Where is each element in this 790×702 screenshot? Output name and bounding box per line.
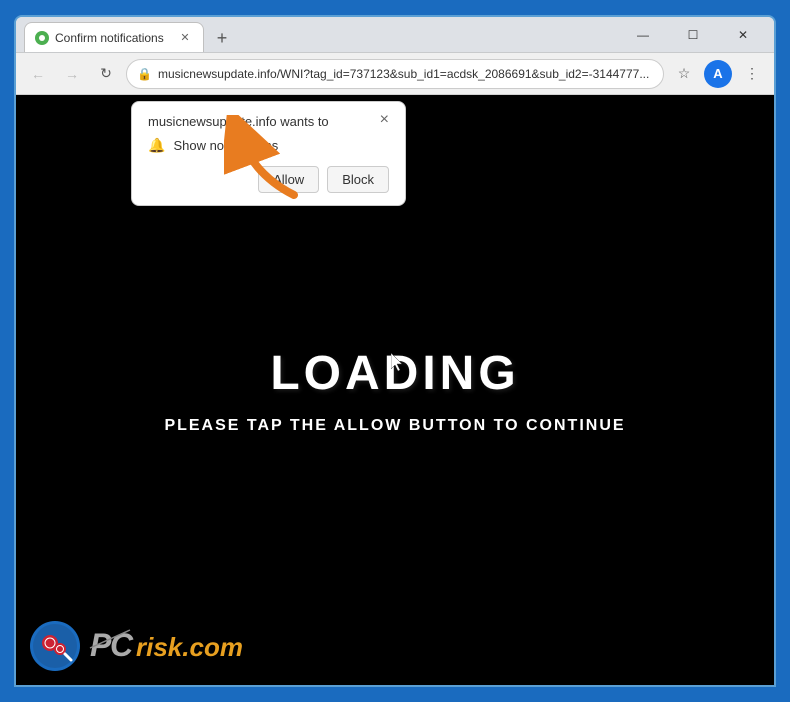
popup-header: musicnewsupdate.info wants to ×	[148, 114, 389, 129]
svg-text:P: P	[90, 627, 112, 663]
popup-notification-text: Show notifications	[173, 138, 278, 153]
loading-subtitle: PLEASE TAP THE ALLOW BUTTON TO CONTINUE	[164, 417, 625, 435]
tab-title: Confirm notifications	[55, 31, 171, 45]
pcrisk-wordmark: P C risk.com	[88, 639, 248, 670]
forward-button[interactable]: →	[58, 60, 86, 88]
popup-close-button[interactable]: ×	[380, 112, 389, 128]
back-button[interactable]: ←	[24, 60, 52, 88]
loading-text: LOADING	[270, 346, 519, 401]
address-text: musicnewsupdate.info/WNI?tag_id=737123&s…	[158, 67, 653, 81]
bookmark-button[interactable]: ☆	[670, 60, 698, 88]
tab-favicon	[35, 31, 49, 45]
popup-notification-row: 🔔 Show notifications	[148, 137, 389, 154]
active-tab[interactable]: Confirm notifications ✕	[24, 22, 204, 52]
menu-button[interactable]: ⋮	[738, 60, 766, 88]
block-button[interactable]: Block	[327, 166, 389, 193]
window-controls: — ☐ ✕	[620, 20, 766, 50]
nav-bar: ← → ↻ 🔒 musicnewsupdate.info/WNI?tag_id=…	[16, 53, 774, 95]
page-content: musicnewsupdate.info wants to × 🔔 Show n…	[16, 95, 774, 685]
pcrisk-logo: P C risk.com	[30, 620, 248, 671]
minimize-button[interactable]: —	[620, 20, 666, 50]
pcrisk-text: P C risk.com	[88, 620, 248, 671]
allow-button[interactable]: Allow	[258, 166, 319, 193]
tab-close-button[interactable]: ✕	[177, 30, 193, 46]
bell-icon: 🔔	[148, 137, 165, 154]
address-path: /WNI?tag_id=737123&sub_id1=acdsk_2086691…	[277, 67, 650, 81]
popup-buttons: Allow Block	[148, 166, 389, 193]
profile-button[interactable]: A	[704, 60, 732, 88]
refresh-button[interactable]: ↻	[92, 60, 120, 88]
svg-text:risk.com: risk.com	[136, 632, 243, 662]
notification-popup: musicnewsupdate.info wants to × 🔔 Show n…	[131, 101, 406, 206]
new-tab-button[interactable]: +	[208, 24, 236, 52]
title-bar: Confirm notifications ✕ + — ☐ ✕	[16, 17, 774, 53]
tab-area: Confirm notifications ✕ +	[24, 17, 620, 52]
domain-text: musicnewsupdate.info	[158, 67, 277, 81]
close-button[interactable]: ✕	[720, 20, 766, 50]
maximize-button[interactable]: ☐	[670, 20, 716, 50]
browser-window: Confirm notifications ✕ + — ☐ ✕ ← → ↻ 🔒 …	[14, 15, 776, 687]
pcrisk-icon	[30, 621, 80, 671]
svg-text:C: C	[110, 627, 134, 663]
address-bar[interactable]: 🔒 musicnewsupdate.info/WNI?tag_id=737123…	[126, 59, 664, 89]
lock-icon: 🔒	[137, 67, 152, 81]
popup-site-name: musicnewsupdate.info wants to	[148, 114, 329, 129]
